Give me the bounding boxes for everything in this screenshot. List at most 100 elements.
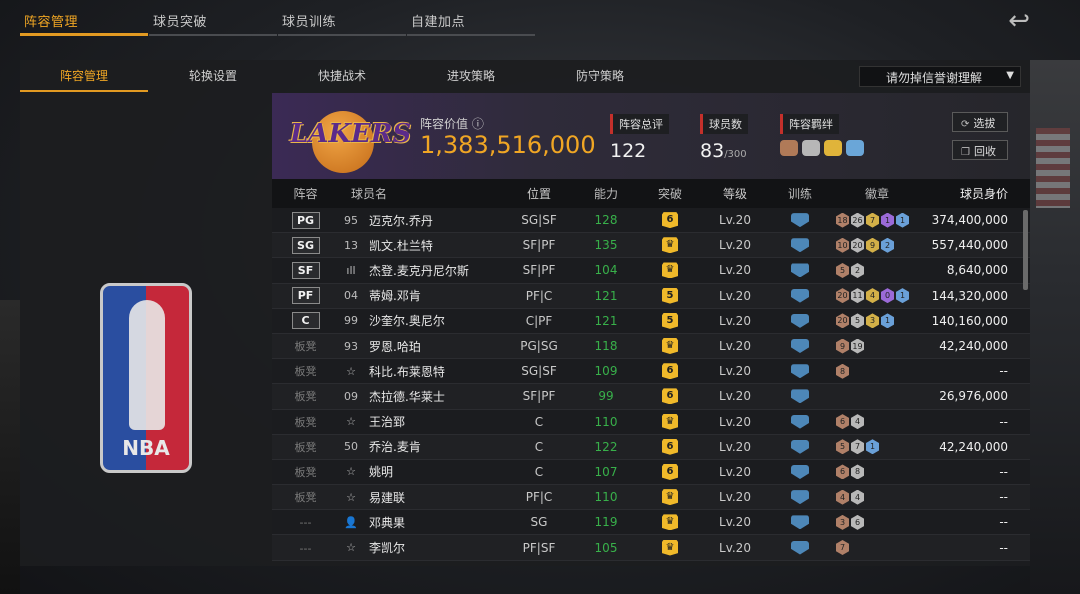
- badge-icon[interactable]: 1: [881, 313, 894, 329]
- training-icon[interactable]: [791, 339, 809, 354]
- badge-icon[interactable]: 2: [851, 262, 864, 278]
- badge-icon[interactable]: 20: [836, 288, 849, 304]
- table-row[interactable]: --- ☆ 李凯尔 PF|SF 105 ♛ Lv.20 7 --: [272, 535, 1030, 561]
- player-name[interactable]: 罗恩.哈珀: [369, 338, 421, 355]
- scrollbar[interactable]: [1023, 210, 1028, 290]
- player-name[interactable]: 凯文.杜兰特: [369, 237, 433, 254]
- badge-icon[interactable]: 9: [866, 237, 879, 253]
- bond-icon[interactable]: [780, 140, 798, 156]
- table-row[interactable]: --- 👤 邓典果 SG 119 ♛ Lv.20 36 --: [272, 510, 1030, 536]
- badge-icon[interactable]: 10: [836, 237, 849, 253]
- player-name[interactable]: 沙奎尔.奥尼尔: [369, 312, 445, 329]
- player-name[interactable]: 蒂姆.邓肯: [369, 287, 421, 304]
- badge-icon[interactable]: 3: [866, 313, 879, 329]
- badge-icon[interactable]: 1: [881, 212, 894, 228]
- badge-icon[interactable]: 6: [836, 414, 849, 430]
- training-icon[interactable]: [791, 263, 809, 278]
- training-icon[interactable]: [791, 439, 809, 454]
- player-name[interactable]: 科比.布莱恩特: [369, 363, 445, 380]
- badge-icon[interactable]: 5: [836, 262, 849, 278]
- badge-icon[interactable]: 9: [836, 338, 849, 354]
- breakthrough-icon[interactable]: ♛: [662, 338, 678, 355]
- training-icon[interactable]: [791, 540, 809, 555]
- table-row[interactable]: 板凳 ☆ 科比.布莱恩特 SG|SF 109 6 Lv.20 8 --: [272, 359, 1030, 385]
- training-icon[interactable]: [791, 389, 809, 404]
- table-row[interactable]: SG 13 凯文.杜兰特 SF|PF 135 ♛ Lv.20 10 20 9 2 55…: [272, 233, 1030, 259]
- player-name[interactable]: 王治郅: [369, 413, 405, 430]
- table-row[interactable]: 板凳 ☆ 姚明 C 107 6 Lv.20 68 --: [272, 459, 1030, 486]
- badge-icon[interactable]: 1: [896, 212, 909, 228]
- table-row[interactable]: PF 04 蒂姆.邓肯 PF|C 121 5 Lv.20 20 11 4 0 1 144…: [272, 283, 1030, 309]
- badge-icon[interactable]: 4: [866, 288, 879, 304]
- badge-icon[interactable]: 20: [851, 237, 864, 253]
- bond-icon[interactable]: [824, 140, 842, 156]
- breakthrough-icon[interactable]: ♛: [662, 514, 678, 531]
- badge-icon[interactable]: 0: [881, 288, 894, 304]
- training-icon[interactable]: [791, 464, 809, 479]
- player-name[interactable]: 迈克尔.乔丹: [369, 212, 433, 229]
- training-icon[interactable]: [791, 414, 809, 429]
- breakthrough-icon[interactable]: 5: [662, 312, 678, 329]
- player-name[interactable]: 杰登.麦克丹尼尔斯: [369, 262, 469, 279]
- tab-lineup-management[interactable]: 阵容管理: [20, 6, 148, 36]
- breakthrough-icon[interactable]: 6: [662, 212, 678, 229]
- subtab-rotation[interactable]: 轮换设置: [149, 60, 277, 92]
- training-icon[interactable]: [791, 238, 809, 253]
- breakthrough-icon[interactable]: 6: [662, 388, 678, 405]
- badge-icon[interactable]: 7: [836, 540, 849, 556]
- breakthrough-icon[interactable]: ♛: [662, 413, 678, 430]
- breakthrough-icon[interactable]: ♛: [662, 262, 678, 279]
- tab-custom-points[interactable]: 自建加点: [407, 6, 535, 36]
- bond-icon[interactable]: [802, 140, 820, 156]
- badge-icon[interactable]: 2: [881, 237, 894, 253]
- breakthrough-icon[interactable]: ♛: [662, 237, 678, 254]
- badge-icon[interactable]: 4: [851, 489, 864, 505]
- help-icon[interactable]: ⓘ: [472, 117, 484, 131]
- subtab-lineup[interactable]: 阵容管理: [20, 60, 148, 92]
- badge-icon[interactable]: 6: [851, 514, 864, 530]
- badge-icon[interactable]: 8: [851, 464, 864, 480]
- badge-icon[interactable]: 11: [851, 288, 864, 304]
- table-row[interactable]: 板凳 50 乔治.麦肯 C 122 6 Lv.20 571 42,240,000: [272, 434, 1030, 460]
- training-icon[interactable]: [791, 313, 809, 328]
- badge-icon[interactable]: 4: [836, 489, 849, 505]
- breakthrough-icon[interactable]: 6: [662, 363, 678, 380]
- breakthrough-icon[interactable]: 6: [662, 438, 678, 455]
- training-icon[interactable]: [791, 213, 809, 228]
- table-row[interactable]: 板凳 ☆ 易建联 PF|C 110 ♛ Lv.20 44 --: [272, 485, 1030, 511]
- badge-icon[interactable]: 1: [866, 439, 879, 455]
- player-name[interactable]: 李凯尔: [369, 539, 405, 556]
- tab-player-breakthrough[interactable]: 球员突破: [149, 6, 277, 36]
- player-name[interactable]: 易建联: [369, 489, 405, 506]
- player-name[interactable]: 杰拉德.华莱士: [369, 388, 445, 405]
- table-row[interactable]: SF ıll 杰登.麦克丹尼尔斯 SF|PF 104 ♛ Lv.20 52 8,…: [272, 258, 1030, 284]
- badge-icon[interactable]: 26: [851, 212, 864, 228]
- breakthrough-icon[interactable]: 6: [662, 463, 678, 480]
- table-row[interactable]: 板凳 09 杰拉德.华莱士 SF|PF 99 6 Lv.20 26,976,00…: [272, 384, 1030, 410]
- bond-icon[interactable]: [846, 140, 864, 156]
- training-icon[interactable]: [791, 288, 809, 303]
- back-icon[interactable]: ↩: [1008, 6, 1030, 36]
- select-button[interactable]: ⟳ 选拔: [952, 112, 1008, 132]
- player-name[interactable]: 乔治.麦肯: [369, 438, 421, 455]
- subtab-offense[interactable]: 进攻策略: [407, 60, 535, 92]
- badge-icon[interactable]: 19: [851, 338, 864, 354]
- badge-icon[interactable]: 7: [866, 212, 879, 228]
- recycle-button[interactable]: ❐ 回收: [952, 140, 1008, 160]
- notice-dropdown[interactable]: 请勿掉信誉谢理解 ▼: [859, 66, 1021, 87]
- player-name[interactable]: 邓典果: [369, 514, 405, 531]
- subtab-defense[interactable]: 防守策略: [536, 60, 664, 92]
- badge-icon[interactable]: 7: [851, 439, 864, 455]
- badge-icon[interactable]: 18: [836, 212, 849, 228]
- breakthrough-icon[interactable]: 5: [662, 287, 678, 304]
- table-row[interactable]: 板凳 93 罗恩.哈珀 PG|SG 118 ♛ Lv.20 9 19 42,240…: [272, 333, 1030, 360]
- table-row[interactable]: 板凳 ☆ 王治郅 C 110 ♛ Lv.20 64 --: [272, 409, 1030, 435]
- training-icon[interactable]: [791, 515, 809, 530]
- breakthrough-icon[interactable]: ♛: [662, 489, 678, 506]
- training-icon[interactable]: [791, 364, 809, 379]
- breakthrough-icon[interactable]: ♛: [662, 539, 678, 556]
- badge-icon[interactable]: 1: [896, 288, 909, 304]
- badge-icon[interactable]: 20: [836, 313, 849, 329]
- table-row[interactable]: PG 95 迈克尔.乔丹 SG|SF 128 6 Lv.20 18 26 7 1 1 3…: [272, 208, 1030, 234]
- subtab-quick-tactics[interactable]: 快捷战术: [278, 60, 406, 92]
